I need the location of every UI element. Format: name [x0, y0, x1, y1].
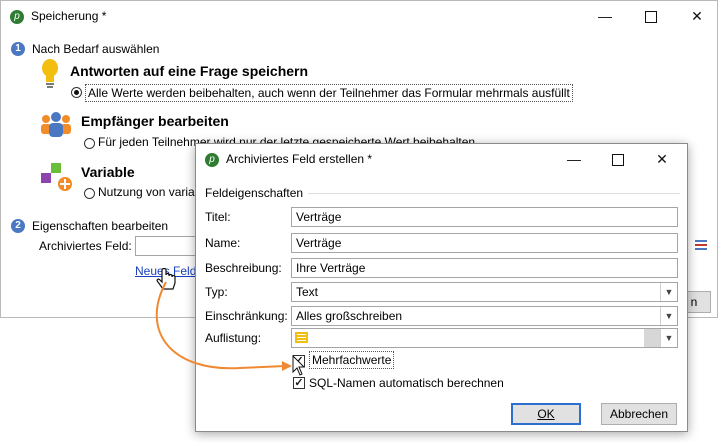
arrow-cursor-icon	[292, 355, 306, 376]
annotation-arrow	[155, 281, 292, 371]
